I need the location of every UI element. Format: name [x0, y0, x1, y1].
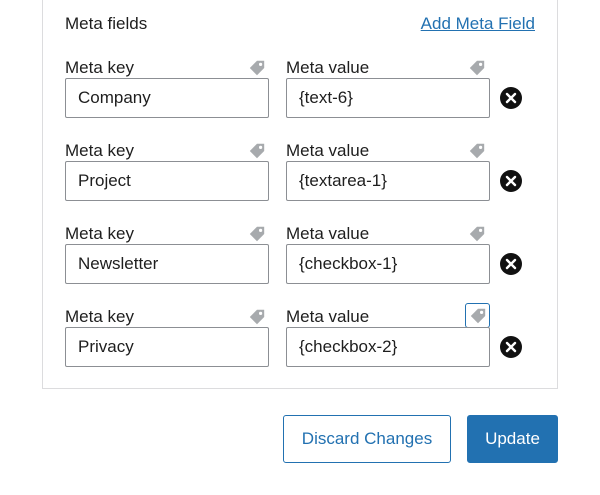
meta-key-label: Meta key [65, 307, 134, 326]
meta-value-label: Meta value [286, 224, 370, 243]
meta-row: Meta key Meta value Project {textarea-1} [0, 141, 600, 211]
tag-icon[interactable] [247, 307, 267, 327]
meta-value-input[interactable]: {textarea-1} [286, 161, 490, 201]
meta-key-input[interactable]: Privacy [65, 327, 269, 367]
meta-value-input[interactable]: {checkbox-1} [286, 244, 490, 284]
tag-icon[interactable] [465, 303, 490, 328]
meta-row: Meta key Meta value Newsletter {checkbox… [0, 224, 600, 294]
remove-circle-icon[interactable] [500, 87, 522, 109]
remove-circle-icon[interactable] [500, 170, 522, 192]
meta-value-input[interactable]: {checkbox-2} [286, 327, 490, 367]
meta-value-label: Meta value [286, 58, 370, 77]
meta-key-input[interactable]: Newsletter [65, 244, 269, 284]
meta-value-label: Meta value [286, 307, 370, 326]
section-title: Meta fields [65, 14, 148, 33]
tag-icon[interactable] [247, 58, 267, 78]
tag-icon[interactable] [247, 141, 267, 161]
meta-value-label: Meta value [286, 141, 370, 160]
meta-key-label: Meta key [65, 58, 134, 77]
meta-key-input[interactable]: Project [65, 161, 269, 201]
discard-changes-button[interactable]: Discard Changes [283, 415, 451, 463]
tag-icon[interactable] [467, 141, 487, 161]
tag-icon[interactable] [247, 224, 267, 244]
meta-key-label: Meta key [65, 224, 134, 243]
tag-icon[interactable] [467, 224, 487, 244]
meta-key-label: Meta key [65, 141, 134, 160]
meta-row: Meta key Meta value Company {text-6} [0, 58, 600, 128]
update-button[interactable]: Update [467, 415, 558, 463]
meta-row: Meta key Meta value Privacy {checkbox-2} [0, 303, 600, 377]
add-meta-field-link[interactable]: Add Meta Field [421, 14, 535, 34]
remove-circle-icon[interactable] [500, 253, 522, 275]
tag-icon[interactable] [467, 58, 487, 78]
remove-circle-icon[interactable] [500, 336, 522, 358]
meta-value-input[interactable]: {text-6} [286, 78, 490, 118]
meta-key-input[interactable]: Company [65, 78, 269, 118]
